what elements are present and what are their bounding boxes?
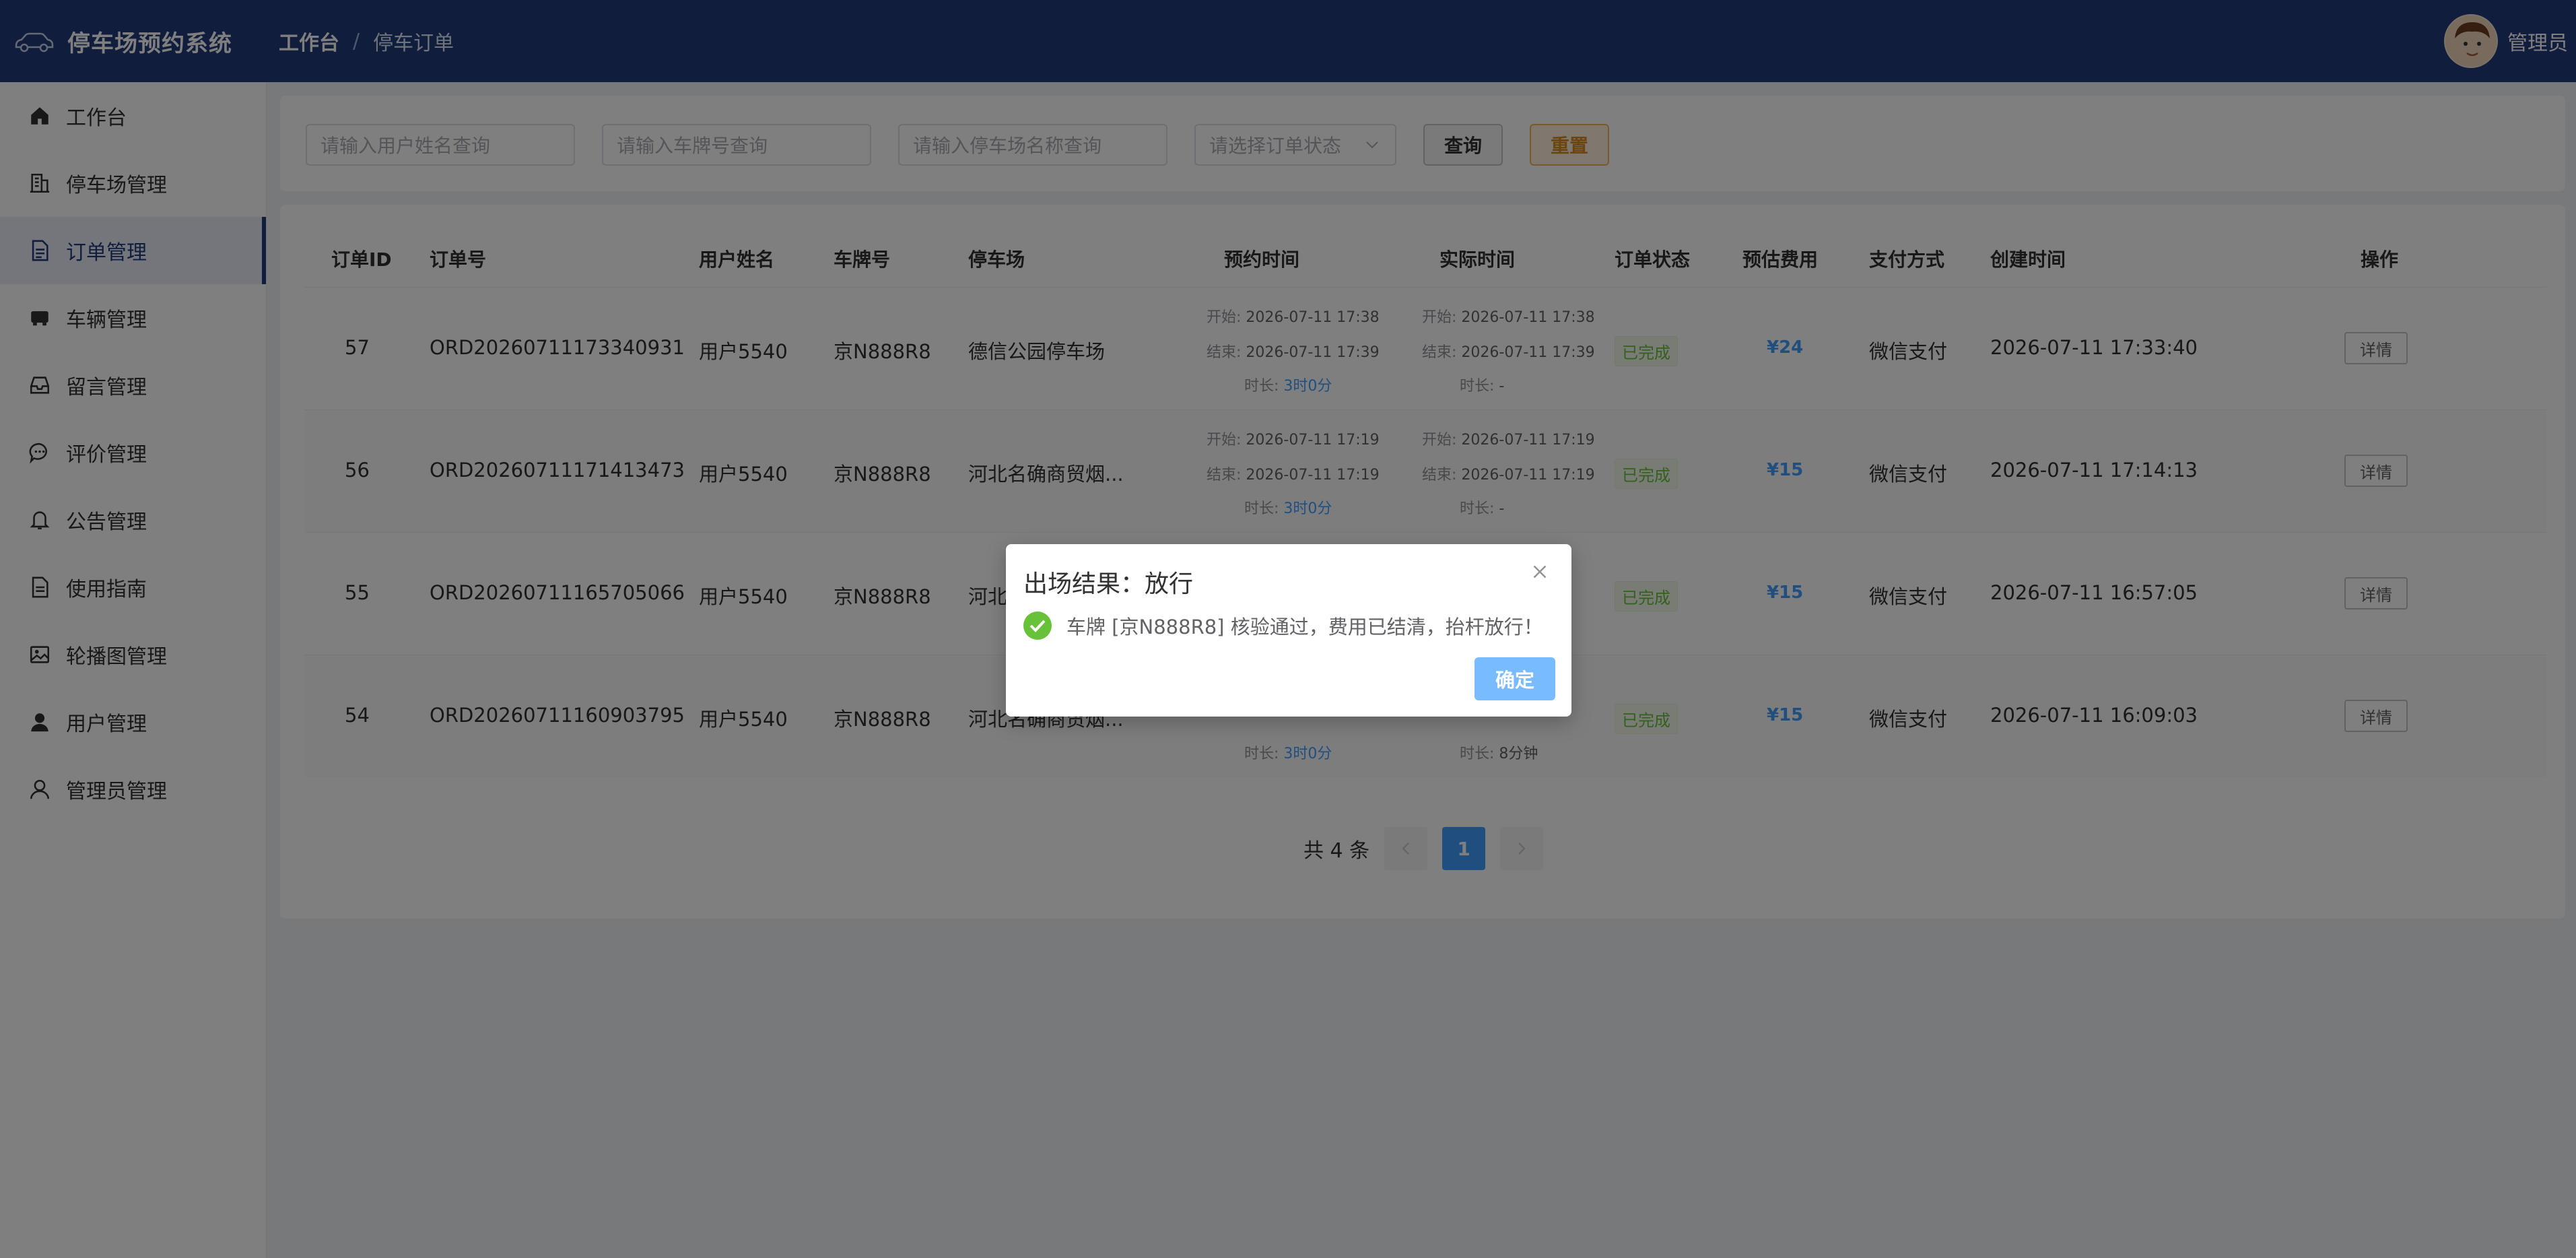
confirm-button[interactable]: 确定 — [1475, 657, 1555, 700]
dialog-message: 车牌 [京N888R8] 核验通过，费用已结清，抬杆放行！ — [1023, 611, 1543, 640]
dialog-title: 出场结果：放行 — [1023, 570, 1194, 598]
dialog-message-text: 车牌 [京N888R8] 核验通过，费用已结清，抬杆放行！ — [1066, 616, 1543, 638]
exit-result-dialog: 出场结果：放行 车牌 [京N888R8] 核验通过，费用已结清，抬杆放行！ 确定 — [1006, 544, 1571, 717]
success-check-icon — [1023, 611, 1052, 640]
close-icon[interactable] — [1528, 560, 1551, 583]
